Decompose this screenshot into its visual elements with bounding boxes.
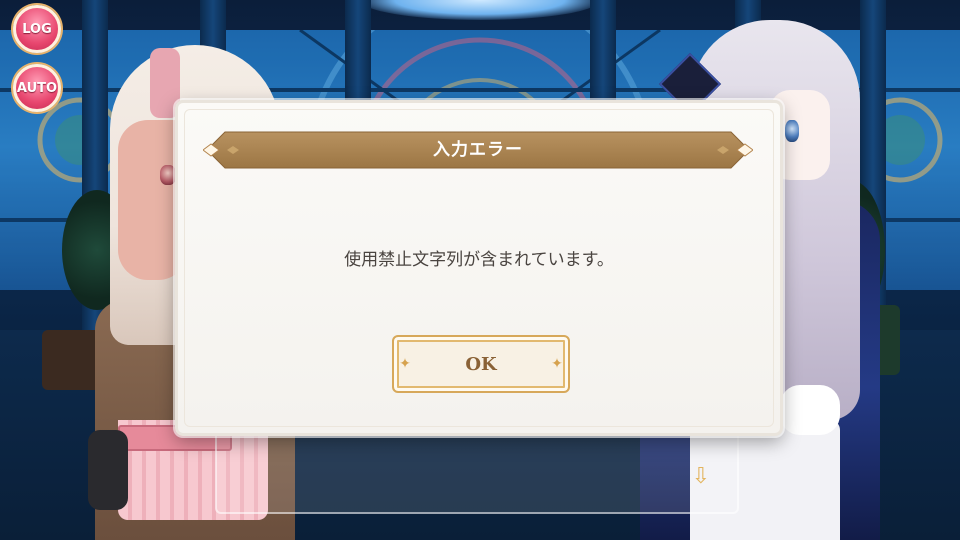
dialog-message: 使用禁止文字列が含まれています。 — [344, 250, 614, 270]
dialog-title-banner: 入力エラー — [203, 130, 753, 170]
ok-button-label: OK — [465, 353, 497, 375]
error-dialog: 入力エラー 使用禁止文字列が含まれています。 ✦ OK ✦ — [175, 100, 783, 436]
ok-button[interactable]: ✦ OK ✦ — [392, 335, 570, 393]
ornament-right-icon: ✦ — [551, 356, 563, 372]
dialog-title: 入力エラー — [433, 140, 523, 160]
ornament-left-icon: ✦ — [399, 356, 411, 372]
game-scene: ⇩ LOG AUTO 入力エラー 使用禁止文字列が含まれています。 ✦ OK ✦ — [0, 0, 960, 540]
